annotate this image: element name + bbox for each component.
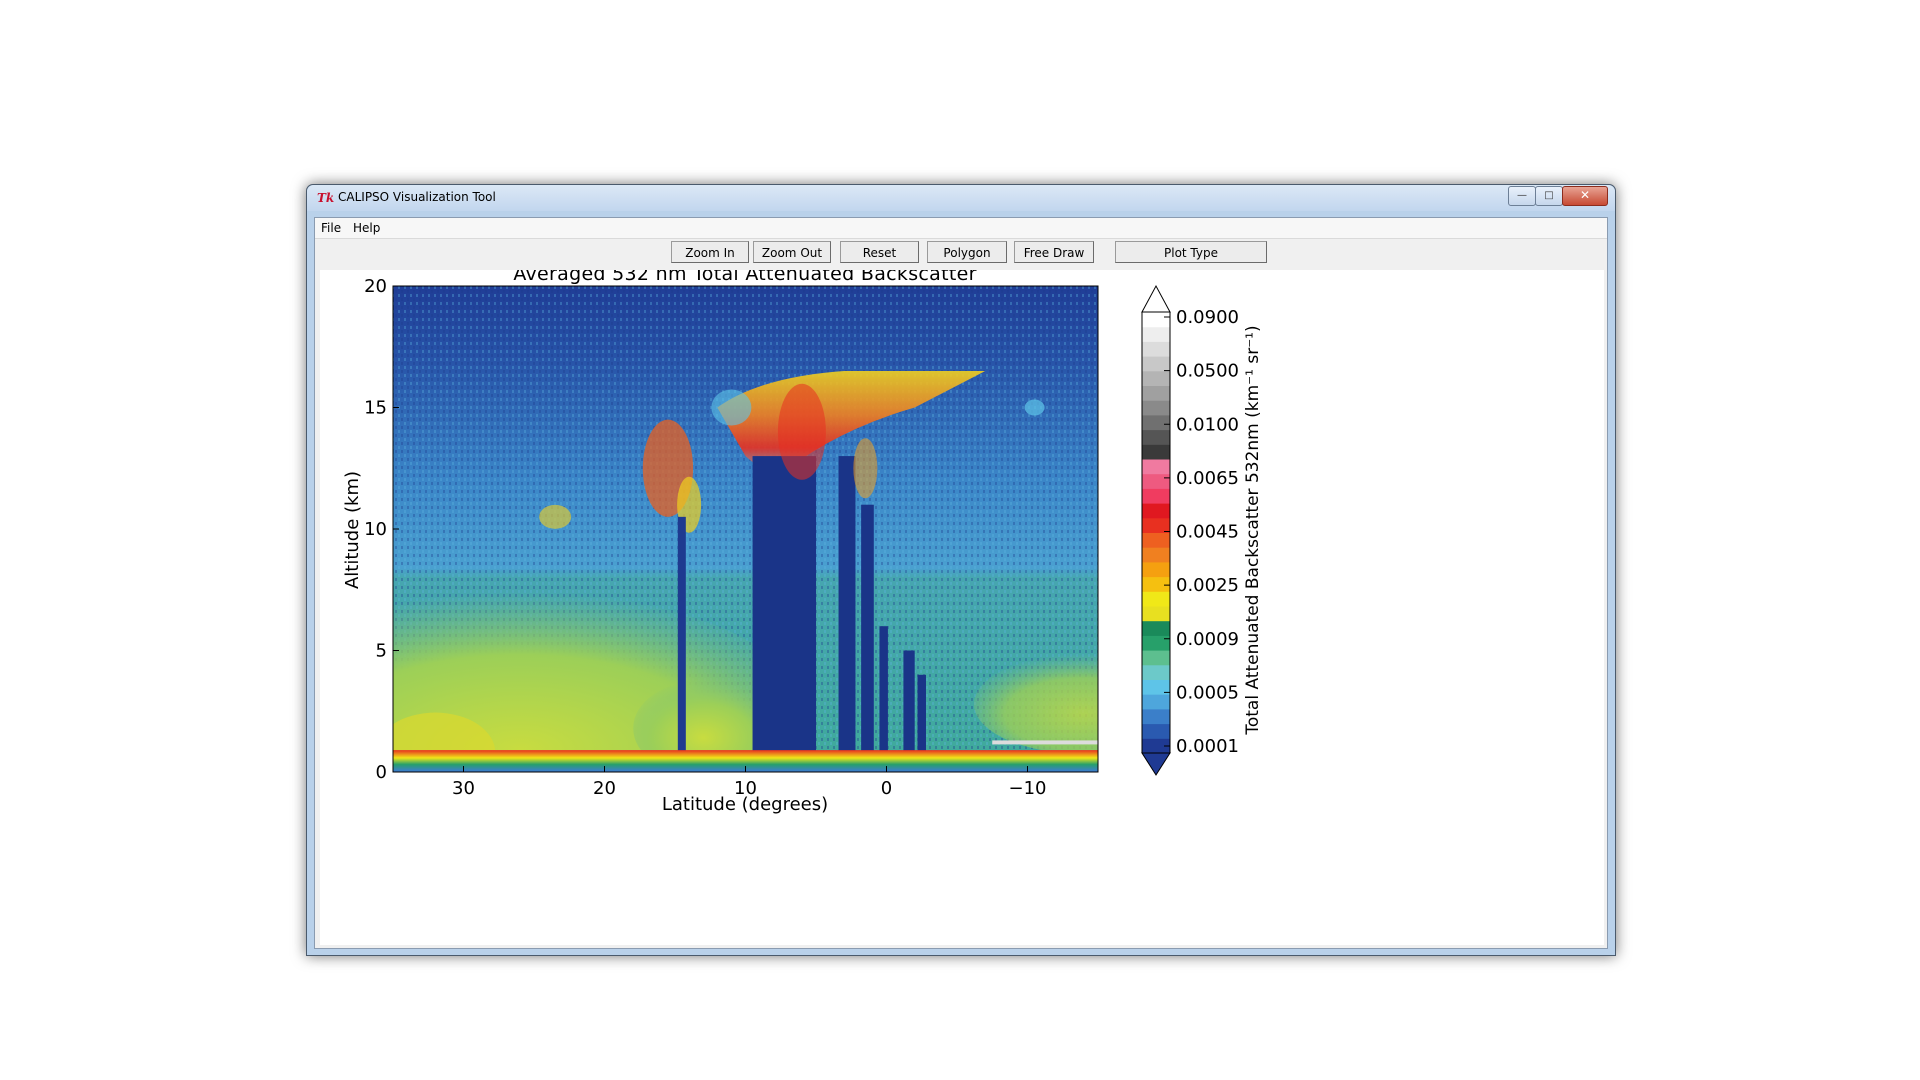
cirrus-cloud	[539, 504, 572, 529]
plot-canvas[interactable]: Averaged 532 nm Total Attenuated Backsca…	[320, 270, 1604, 945]
colorbar-segment	[1142, 459, 1170, 475]
convective-core	[853, 438, 878, 499]
x-tick-label: 0	[881, 778, 892, 799]
colorbar-segment	[1142, 341, 1170, 357]
y-tick-label: 10	[364, 519, 387, 540]
colorbar-segment	[1142, 723, 1170, 739]
colorbar-segment	[1142, 356, 1170, 372]
colorbar-segment	[1142, 664, 1170, 680]
colorbar-tick-label: 0.0500	[1176, 361, 1239, 382]
window-client: File Help Zoom In Zoom Out Reset Polygon…	[314, 217, 1608, 949]
maximize-button[interactable]: □	[1535, 186, 1563, 206]
close-button[interactable]: ✕	[1562, 186, 1608, 206]
surface-return	[992, 740, 1098, 745]
x-tick-label: 30	[452, 778, 475, 799]
menu-file[interactable]: File	[321, 221, 341, 235]
colorbar-label: Total Attenuated Backscatter 532nm (km⁻¹…	[1243, 325, 1263, 735]
colorbar-segment	[1142, 694, 1170, 710]
menu-help[interactable]: Help	[353, 221, 380, 235]
y-tick-label: 0	[376, 762, 387, 783]
chart-svg: Averaged 532 nm Total Attenuated Backsca…	[342, 270, 1263, 815]
colorbar: 0.0001 0.0005 0.0009 0.0025 0.0045 0.0065 0.01…	[1141, 284, 1239, 776]
colorbar-segment	[1142, 517, 1170, 533]
colorbar-segment	[1142, 370, 1170, 386]
colorbar-tick-label: 0.0100	[1176, 414, 1239, 435]
menu-bar: File Help	[315, 218, 1607, 239]
y-tick-label: 5	[376, 641, 387, 662]
y-axis-title: Altitude (km)	[342, 471, 363, 589]
colorbar-min-arrow	[1141, 752, 1171, 776]
tk-logo-icon: Tk	[317, 191, 335, 205]
toolbar: Zoom In Zoom Out Reset Polygon Free Draw…	[315, 239, 1607, 263]
plot-type-button[interactable]: Plot Type	[1115, 241, 1267, 263]
colorbar-segment	[1142, 414, 1170, 431]
y-tick-label: 15	[364, 398, 387, 419]
colorbar-tick-label: 0.0900	[1176, 307, 1239, 328]
colorbar-segment	[1142, 620, 1170, 636]
colorbar-max-arrow	[1141, 284, 1171, 313]
anvil-cloud	[711, 389, 752, 426]
x-axis-title: Latitude (degrees)	[662, 794, 828, 815]
colorbar-segment	[1142, 473, 1170, 489]
y-tick-label: 20	[364, 276, 387, 297]
colorbar-tick-label: 0.0001	[1176, 736, 1239, 757]
colorbar-segment	[1142, 312, 1170, 328]
app-window: Tk CALIPSO Visualization Tool — □ ✕ File…	[306, 184, 1616, 956]
colorbar-segment	[1142, 606, 1170, 622]
reset-button[interactable]: Reset	[840, 241, 919, 263]
zoom-out-button[interactable]: Zoom Out	[753, 241, 831, 263]
colorbar-segment	[1142, 650, 1170, 666]
colorbar-segment	[1142, 503, 1170, 519]
colorbar-segment	[1142, 429, 1170, 445]
colorbar-segment	[1142, 444, 1170, 460]
colorbar-tick-label: 0.0045	[1176, 522, 1239, 543]
colorbar-segment	[1142, 635, 1170, 651]
convective-core	[777, 383, 826, 480]
colorbar-tick-label: 0.0009	[1176, 629, 1239, 650]
minimize-button[interactable]: —	[1508, 186, 1536, 206]
convective-column	[752, 456, 816, 772]
polygon-button[interactable]: Polygon	[927, 241, 1007, 263]
convective-column	[838, 456, 856, 772]
zoom-in-button[interactable]: Zoom In	[671, 241, 749, 263]
colorbar-tick-label: 0.0025	[1176, 575, 1239, 596]
title-bar[interactable]: Tk CALIPSO Visualization Tool — □ ✕	[307, 185, 1615, 211]
free-draw-button[interactable]: Free Draw	[1014, 241, 1094, 263]
colorbar-tick-label: 0.0065	[1176, 468, 1239, 489]
small-cloud	[1024, 399, 1045, 416]
x-tick-label: −10	[1009, 778, 1047, 799]
colorbar-segment	[1142, 400, 1170, 416]
colorbar-segment	[1142, 326, 1170, 342]
window-title: CALIPSO Visualization Tool	[338, 190, 496, 204]
attenuated-column	[677, 516, 686, 772]
colorbar-segment	[1142, 532, 1170, 548]
colorbar-segment	[1142, 591, 1170, 607]
convective-column	[861, 504, 874, 772]
plot-area	[393, 286, 1098, 772]
colorbar-tick-label: 0.0005	[1176, 682, 1239, 703]
colorbar-segment	[1142, 561, 1170, 578]
chart-title: Averaged 532 nm Total Attenuated Backsca…	[513, 270, 976, 285]
colorbar-segment	[1142, 488, 1170, 504]
colorbar-segment	[1142, 547, 1170, 563]
colorbar-segment	[1142, 385, 1170, 401]
x-tick-label: 20	[593, 778, 616, 799]
colorbar-segment	[1142, 708, 1170, 725]
colorbar-segment	[1142, 576, 1170, 592]
